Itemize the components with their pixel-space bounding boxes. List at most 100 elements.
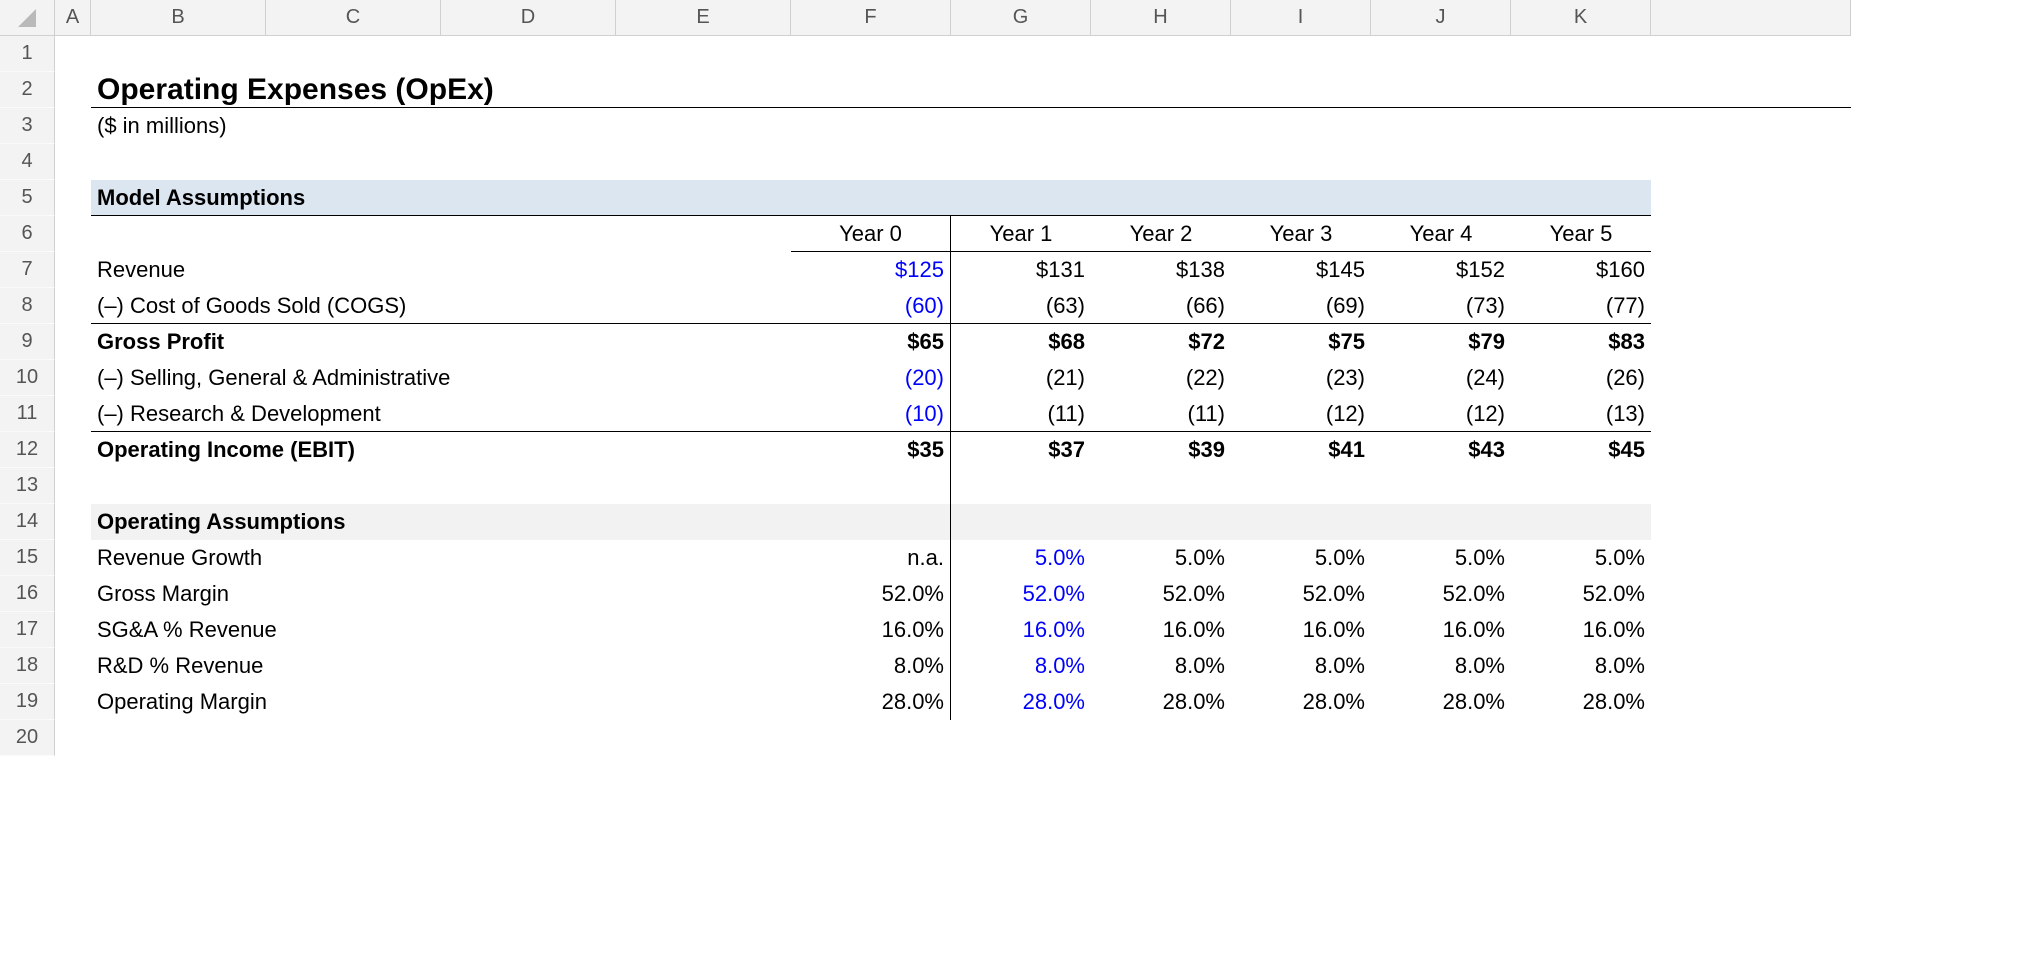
cell-K16[interactable]: 52.0% xyxy=(1511,576,1651,612)
cell-G9[interactable]: $68 xyxy=(951,324,1091,360)
cell-H7[interactable]: $138 xyxy=(1091,252,1231,288)
label-rdpct[interactable]: R&D % Revenue xyxy=(91,648,791,684)
cell-F7[interactable]: $125 xyxy=(791,252,951,288)
cell-I1[interactable] xyxy=(1231,36,1371,72)
year-4-header[interactable]: Year 4 xyxy=(1371,216,1511,252)
cell-C1[interactable] xyxy=(266,36,441,72)
row-header-8[interactable]: 8 xyxy=(0,288,55,324)
cell-I15[interactable]: 5.0% xyxy=(1231,540,1371,576)
cell-J11[interactable]: (12) xyxy=(1371,396,1511,432)
cell-L19[interactable] xyxy=(1651,684,1851,720)
cell-H16[interactable]: 52.0% xyxy=(1091,576,1231,612)
row-header-14[interactable]: 14 xyxy=(0,504,55,540)
col-header-F[interactable]: F xyxy=(791,0,951,36)
cell-G16[interactable]: 52.0% xyxy=(951,576,1091,612)
cell-A14[interactable] xyxy=(55,504,91,540)
label-sgapct[interactable]: SG&A % Revenue xyxy=(91,612,791,648)
cell-L4[interactable] xyxy=(1651,144,1851,180)
cell-H1[interactable] xyxy=(1091,36,1231,72)
cell-G14[interactable] xyxy=(951,504,1091,540)
cell-L8[interactable] xyxy=(1651,288,1851,324)
cell-F8[interactable]: (60) xyxy=(791,288,951,324)
cell-J17[interactable]: 16.0% xyxy=(1371,612,1511,648)
cell-I17[interactable]: 16.0% xyxy=(1231,612,1371,648)
row-header-3[interactable]: 3 xyxy=(0,108,55,144)
cell-H19[interactable]: 28.0% xyxy=(1091,684,1231,720)
cell-J13[interactable] xyxy=(1371,468,1511,504)
col-header-J[interactable]: J xyxy=(1371,0,1511,36)
label-grossmargin[interactable]: Gross Margin xyxy=(91,576,791,612)
cell-A3[interactable] xyxy=(55,108,91,144)
row-header-2[interactable]: 2 xyxy=(0,72,55,108)
cell-J18[interactable]: 8.0% xyxy=(1371,648,1511,684)
cell-D6[interactable] xyxy=(441,216,616,252)
cell-K9[interactable]: $83 xyxy=(1511,324,1651,360)
cell-B13[interactable] xyxy=(91,468,791,504)
cell-A13[interactable] xyxy=(55,468,91,504)
cell-L7[interactable] xyxy=(1651,252,1851,288)
label-rd[interactable]: (–) Research & Development xyxy=(91,396,791,432)
label-revgrowth[interactable]: Revenue Growth xyxy=(91,540,791,576)
cell-A17[interactable] xyxy=(55,612,91,648)
col-header-D[interactable]: D xyxy=(441,0,616,36)
cell-I11[interactable]: (12) xyxy=(1231,396,1371,432)
cell-L10[interactable] xyxy=(1651,360,1851,396)
cell-I9[interactable]: $75 xyxy=(1231,324,1371,360)
cell-L3[interactable] xyxy=(1651,108,1851,144)
cell-K14[interactable] xyxy=(1511,504,1651,540)
cell-F9[interactable]: $65 xyxy=(791,324,951,360)
cell-A16[interactable] xyxy=(55,576,91,612)
cell-L14[interactable] xyxy=(1651,504,1851,540)
cell-L9[interactable] xyxy=(1651,324,1851,360)
row-header-4[interactable]: 4 xyxy=(0,144,55,180)
cell-A4[interactable] xyxy=(55,144,91,180)
cell-A8[interactable] xyxy=(55,288,91,324)
label-gross-profit[interactable]: Gross Profit xyxy=(91,324,791,360)
cell-L16[interactable] xyxy=(1651,576,1851,612)
cell-A10[interactable] xyxy=(55,360,91,396)
cell-F10[interactable]: (20) xyxy=(791,360,951,396)
label-revenue[interactable]: Revenue xyxy=(91,252,791,288)
row-header-9[interactable]: 9 xyxy=(0,324,55,360)
cell-C6[interactable] xyxy=(266,216,441,252)
row-header-1[interactable]: 1 xyxy=(0,36,55,72)
row-header-6[interactable]: 6 xyxy=(0,216,55,252)
cell-F11[interactable]: (10) xyxy=(791,396,951,432)
cell-A9[interactable] xyxy=(55,324,91,360)
cell-L18[interactable] xyxy=(1651,648,1851,684)
cell-F15[interactable]: n.a. xyxy=(791,540,951,576)
col-header-C[interactable]: C xyxy=(266,0,441,36)
cell-I18[interactable]: 8.0% xyxy=(1231,648,1371,684)
cell-G7[interactable]: $131 xyxy=(951,252,1091,288)
select-all-corner[interactable] xyxy=(0,0,55,36)
cell-H17[interactable]: 16.0% xyxy=(1091,612,1231,648)
cell-F19[interactable]: 28.0% xyxy=(791,684,951,720)
cell-K7[interactable]: $160 xyxy=(1511,252,1651,288)
cell-H10[interactable]: (22) xyxy=(1091,360,1231,396)
year-1-header[interactable]: Year 1 xyxy=(951,216,1091,252)
cell-L1[interactable] xyxy=(1651,36,1851,72)
col-header-H[interactable]: H xyxy=(1091,0,1231,36)
cell-K13[interactable] xyxy=(1511,468,1651,504)
cell-I14[interactable] xyxy=(1231,504,1371,540)
cell-A5[interactable] xyxy=(55,180,91,216)
cell-F13[interactable] xyxy=(791,468,951,504)
cell-A15[interactable] xyxy=(55,540,91,576)
cell-B4[interactable] xyxy=(91,144,1651,180)
row-header-5[interactable]: 5 xyxy=(0,180,55,216)
col-header-I[interactable]: I xyxy=(1231,0,1371,36)
col-header-overflow[interactable] xyxy=(1651,0,1851,36)
cell-J7[interactable]: $152 xyxy=(1371,252,1511,288)
cell-L13[interactable] xyxy=(1651,468,1851,504)
cell-K10[interactable]: (26) xyxy=(1511,360,1651,396)
cell-J8[interactable]: (73) xyxy=(1371,288,1511,324)
cell-I8[interactable]: (69) xyxy=(1231,288,1371,324)
cell-J12[interactable]: $43 xyxy=(1371,432,1511,468)
cell-H13[interactable] xyxy=(1091,468,1231,504)
cell-G13[interactable] xyxy=(951,468,1091,504)
cell-L17[interactable] xyxy=(1651,612,1851,648)
cell-I7[interactable]: $145 xyxy=(1231,252,1371,288)
cell-L15[interactable] xyxy=(1651,540,1851,576)
year-2-header[interactable]: Year 2 xyxy=(1091,216,1231,252)
cell-G8[interactable]: (63) xyxy=(951,288,1091,324)
